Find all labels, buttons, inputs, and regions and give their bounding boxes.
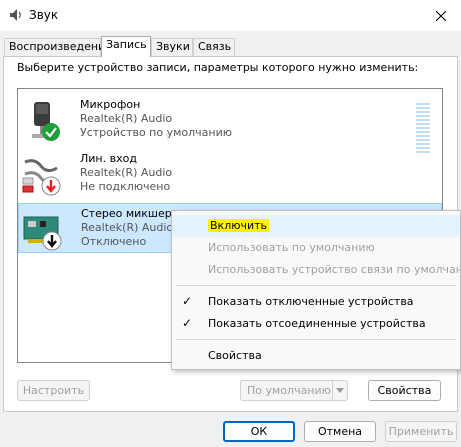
apply-button[interactable]: Применить — [385, 421, 457, 442]
close-button[interactable] — [421, 0, 461, 31]
tab-playback[interactable]: Воспроизведение — [4, 38, 112, 56]
set-default-label: По умолчанию — [247, 384, 331, 397]
speaker-icon — [10, 9, 21, 21]
menu-item-show-disconnected[interactable]: ✓ Показать отсоединенные устройства — [172, 313, 460, 335]
cancel-button[interactable]: Отмена — [304, 421, 376, 442]
configure-button[interactable]: Настроить — [17, 380, 90, 401]
tab-strip: Воспроизведение Запись Звуки Связь — [0, 36, 461, 57]
chevron-down-icon[interactable] — [332, 381, 347, 400]
tab-recording[interactable]: Запись — [101, 36, 151, 57]
device-item-line-in[interactable]: Лин. вход Realtek(R) Audio Не подключено — [18, 149, 442, 199]
tab-communications[interactable]: Связь — [193, 38, 235, 56]
device-driver: Realtek(R) Audio — [80, 112, 173, 125]
device-driver: Realtek(R) Audio — [81, 221, 174, 234]
check-icon: ✓ — [182, 316, 193, 330]
device-status: Не подключено — [80, 180, 171, 193]
close-icon — [436, 10, 446, 21]
green-check-badge — [42, 123, 60, 141]
menu-item-label: Показать отключенные устройства — [208, 295, 414, 308]
menu-separator — [176, 285, 456, 286]
device-name: Стерео микшер — [81, 207, 172, 220]
device-driver: Realtek(R) Audio — [80, 166, 173, 179]
level-meter — [416, 103, 430, 155]
context-menu: Включить Использовать по умолчанию Испол… — [171, 210, 461, 370]
device-status: Устройство по умолчанию — [80, 126, 233, 139]
menu-item-label: Использовать по умолчанию — [208, 241, 375, 254]
device-name: Микрофон — [80, 98, 141, 111]
menu-separator — [176, 339, 456, 340]
instruction-text: Выберите устройство записи, параметры ко… — [17, 61, 419, 74]
device-name: Лин. вход — [80, 152, 137, 165]
check-icon: ✓ — [182, 294, 193, 308]
ok-button[interactable]: ОК — [223, 421, 295, 442]
menu-item-enable[interactable]: Включить — [172, 215, 460, 237]
set-default-button[interactable]: По умолчанию — [240, 380, 348, 401]
device-item-microphone[interactable]: Микрофон Realtek(R) Audio Устройство по … — [18, 95, 442, 153]
title-bar: Звук — [0, 0, 461, 31]
device-status: Отключено — [81, 235, 147, 248]
sound-card-icon — [23, 216, 62, 251]
properties-button[interactable]: Свойства — [368, 380, 441, 401]
window-title: Звук — [29, 8, 59, 22]
menu-item-label: Использовать устройство связи по умолчан… — [208, 263, 461, 276]
menu-item-label: Показать отсоединенные устройства — [208, 317, 426, 330]
line-in-cable-icon — [22, 159, 61, 196]
menu-item-set-default-communication[interactable]: Использовать устройство связи по умолчан… — [172, 259, 461, 281]
menu-item-label: Свойства — [208, 349, 262, 362]
menu-item-set-default[interactable]: Использовать по умолчанию — [172, 237, 460, 259]
menu-item-properties[interactable]: Свойства — [172, 345, 460, 367]
menu-item-label: Включить — [208, 219, 270, 232]
microphone-icon — [32, 102, 60, 141]
menu-item-show-disabled[interactable]: ✓ Показать отключенные устройства — [172, 291, 460, 313]
tab-sounds[interactable]: Звуки — [151, 38, 193, 56]
